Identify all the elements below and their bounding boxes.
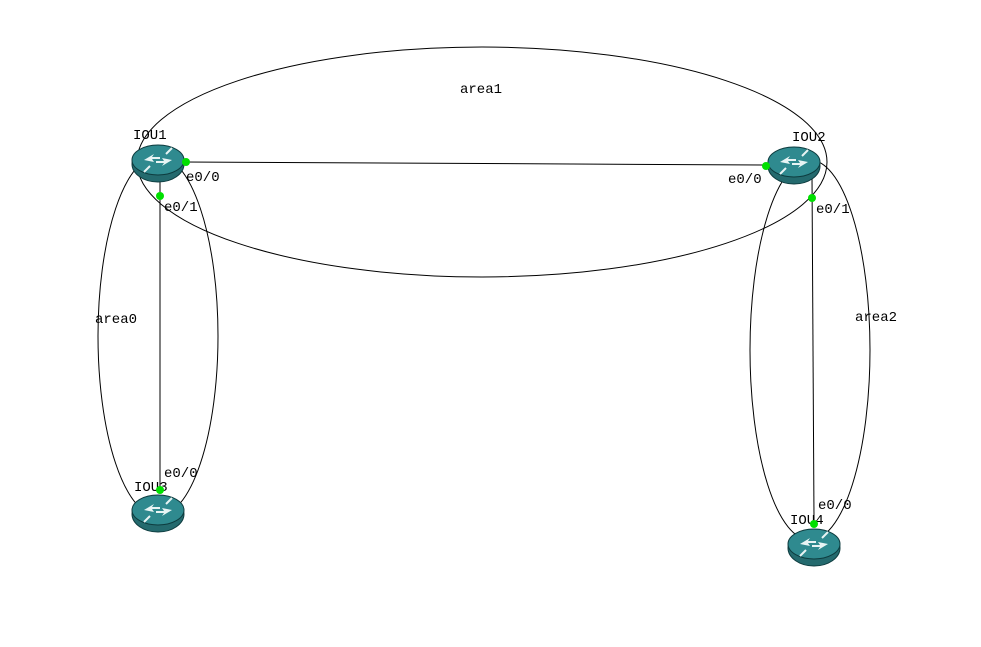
port-dot-iou2-e00 xyxy=(762,162,770,170)
device-label-iou2: IOU2 xyxy=(792,130,826,146)
router-iou1[interactable] xyxy=(130,144,186,184)
port-label-iou4-e00: e0/0 xyxy=(818,498,852,514)
port-dot-iou1-e00 xyxy=(182,158,190,166)
router-icon xyxy=(130,494,186,534)
port-label-iou3-e00: e0/0 xyxy=(164,466,198,482)
port-label-iou2-e01: e0/1 xyxy=(816,202,850,218)
port-dot-iou3-e00 xyxy=(156,486,164,494)
port-dot-iou2-e01 xyxy=(808,194,816,202)
port-label-iou2-e00: e0/0 xyxy=(728,172,762,188)
device-label-iou4: IOU4 xyxy=(790,513,824,529)
port-label-iou1-e00: e0/0 xyxy=(186,170,220,186)
router-iou4[interactable] xyxy=(786,528,842,568)
router-icon xyxy=(130,144,186,184)
port-dot-iou4-e00 xyxy=(810,520,818,528)
port-dot-iou1-e01 xyxy=(156,192,164,200)
router-icon xyxy=(786,528,842,568)
router-icon xyxy=(766,146,822,186)
router-iou2[interactable] xyxy=(766,146,822,186)
area-label-area2: area2 xyxy=(855,310,897,326)
area-label-area0: area0 xyxy=(95,312,137,328)
port-label-iou1-e01: e0/1 xyxy=(164,200,198,216)
device-label-iou1: IOU1 xyxy=(133,128,167,144)
area-label-area1: area1 xyxy=(460,82,502,98)
router-iou3[interactable] xyxy=(130,494,186,534)
